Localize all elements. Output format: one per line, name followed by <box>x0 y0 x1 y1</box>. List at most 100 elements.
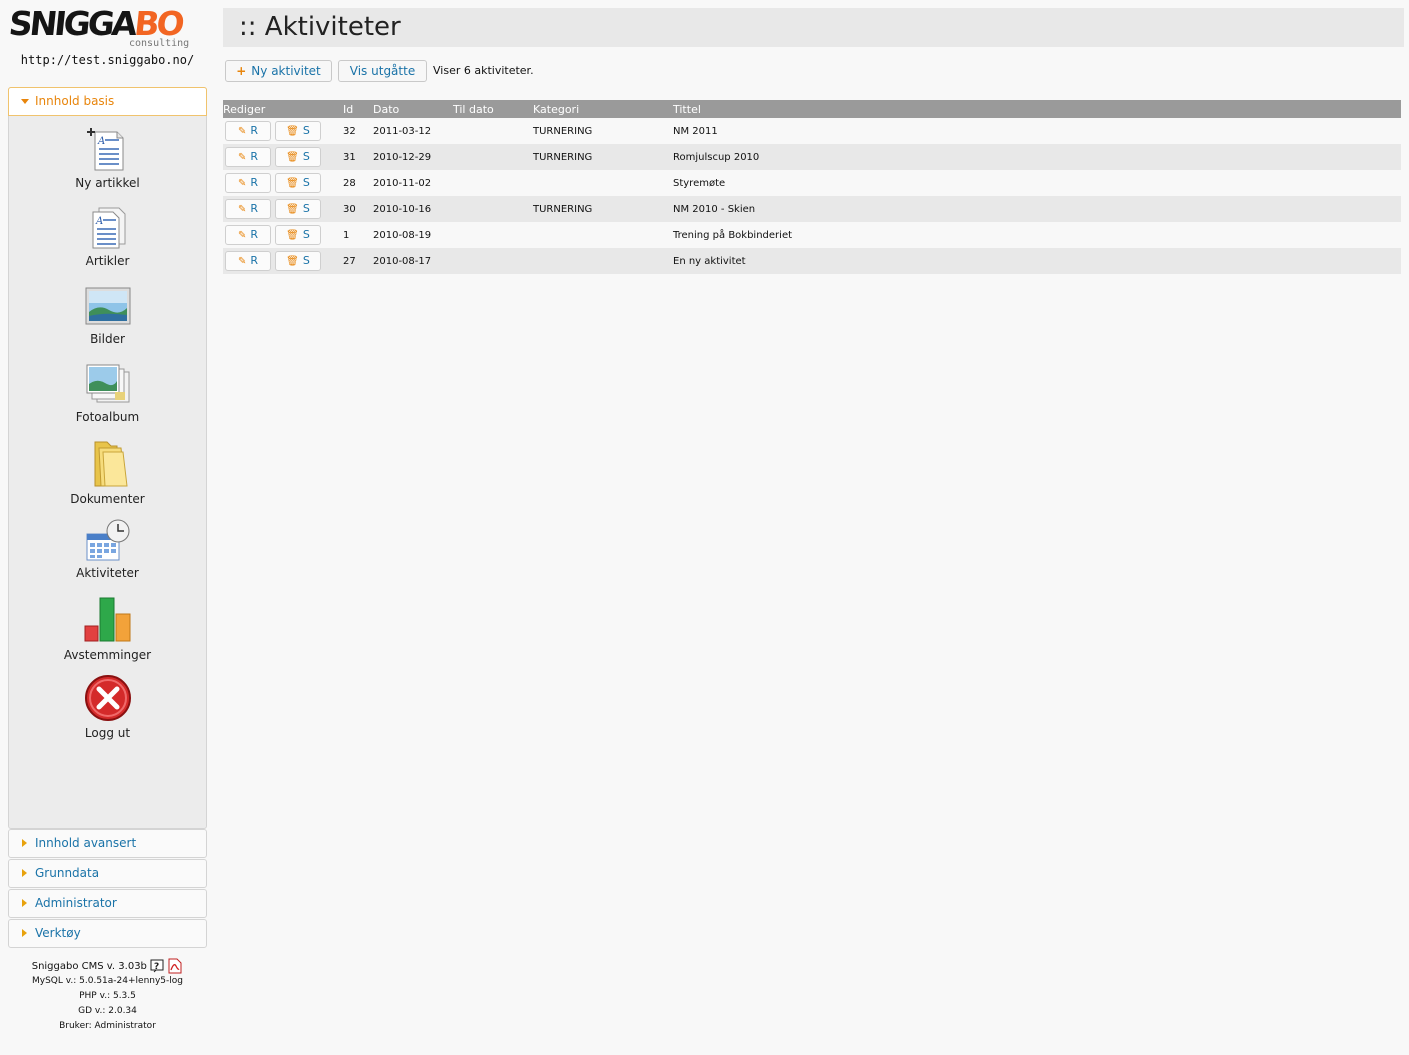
logo-text-dark: SNIGGA <box>7 4 137 43</box>
row-actions: ✎ R 🗑 S <box>223 144 343 170</box>
edit-button[interactable]: ✎ R <box>225 121 271 141</box>
cell-date: 2010-10-16 <box>373 196 453 222</box>
delete-button[interactable]: 🗑 S <box>275 147 321 167</box>
logout-icon <box>84 675 131 721</box>
panel-administrator[interactable]: Administrator <box>8 889 207 918</box>
show-expired-button[interactable]: Vis utgåtte <box>338 60 427 82</box>
panel-header-innhold-basis[interactable]: Innhold basis <box>8 87 207 116</box>
php-version: PHP v.: 5.3.5 <box>79 991 136 1001</box>
cms-version: Sniggabo CMS v. 3.03b <box>31 961 147 972</box>
panel-header-label: Administrator <box>35 896 117 910</box>
col-header-category[interactable]: Kategori <box>533 100 673 118</box>
chevron-right-icon <box>22 899 27 907</box>
new-article-icon: A <box>86 128 123 171</box>
col-header-edit[interactable]: Rediger <box>223 100 343 118</box>
table-row: ✎ R 🗑 S 27 2010-08-17 En ny aktivitet <box>223 248 1401 274</box>
cell-category <box>533 222 673 248</box>
pencil-icon: ✎ <box>237 230 247 241</box>
current-user: Bruker: Administrator <box>59 1021 156 1031</box>
row-actions: ✎ R 🗑 S <box>223 222 343 248</box>
gd-version: GD v.: 2.0.34 <box>78 1006 137 1016</box>
delete-button[interactable]: 🗑 S <box>275 121 321 141</box>
col-header-id[interactable]: Id <box>343 100 373 118</box>
cell-to-date <box>453 222 533 248</box>
pencil-icon: ✎ <box>237 126 247 137</box>
title-bar: :: Aktiviteter <box>223 8 1404 47</box>
menu-item-documents[interactable]: Dokumenter <box>9 440 206 506</box>
menu-item-logout[interactable]: Logg ut <box>9 674 206 740</box>
cell-date: 2010-12-29 <box>373 144 453 170</box>
delete-button[interactable]: 🗑 S <box>275 173 321 193</box>
cell-id: 27 <box>343 248 373 274</box>
table-header-row: Rediger Id Dato Til dato Kategori Tittel <box>223 100 1401 118</box>
cell-id: 32 <box>343 118 373 144</box>
cell-to-date <box>453 118 533 144</box>
plus-icon: + <box>236 64 247 78</box>
menu-item-new-article[interactable]: A Ny artikkel <box>9 128 206 190</box>
cell-id: 28 <box>343 170 373 196</box>
delete-button[interactable]: 🗑 S <box>275 199 321 219</box>
cell-title: En ny aktivitet <box>673 248 1401 274</box>
panel-innhold-avansert[interactable]: Innhold avansert <box>8 829 207 858</box>
edit-button[interactable]: ✎ R <box>225 251 271 271</box>
mysql-version: MySQL v.: 5.0.51a-24+lenny5-log <box>32 976 183 986</box>
delete-button[interactable]: 🗑 S <box>275 251 321 271</box>
activities-table: Rediger Id Dato Til dato Kategori Tittel… <box>223 100 1401 274</box>
cell-category: TURNERING <box>533 118 673 144</box>
trash-icon: 🗑 <box>286 204 299 215</box>
edit-button[interactable]: ✎ R <box>225 147 271 167</box>
chevron-right-icon <box>22 929 27 937</box>
edit-button[interactable]: ✎ R <box>225 173 271 193</box>
panel-verktoy[interactable]: Verktøy <box>8 919 207 948</box>
delete-button[interactable]: 🗑 S <box>275 225 321 245</box>
edit-button[interactable]: ✎ R <box>225 225 271 245</box>
pencil-icon: ✎ <box>237 256 247 267</box>
menu-label: Logg ut <box>84 726 131 740</box>
menu-label: Dokumenter <box>70 492 145 506</box>
cell-category: TURNERING <box>533 144 673 170</box>
new-activity-button[interactable]: + Ny aktivitet <box>225 60 332 82</box>
cell-id: 1 <box>343 222 373 248</box>
edit-button[interactable]: ✎ R <box>225 199 271 219</box>
panel-header-label: Innhold avansert <box>35 836 137 850</box>
cell-category: TURNERING <box>533 196 673 222</box>
cell-date: 2010-08-19 <box>373 222 453 248</box>
col-header-title[interactable]: Tittel <box>673 100 1401 118</box>
panel-grunndata[interactable]: Grunndata <box>8 859 207 888</box>
images-icon <box>85 287 130 325</box>
cell-date: 2011-03-12 <box>373 118 453 144</box>
col-header-date[interactable]: Dato <box>373 100 453 118</box>
menu-item-polls[interactable]: Avstemminger <box>9 596 206 662</box>
site-url[interactable]: http://test.sniggabo.no/ <box>0 53 215 67</box>
panel-header-label: Innhold basis <box>35 94 115 108</box>
table-row: ✎ R 🗑 S 30 2010-10-16 TURNERING NM 2010 - Skien <box>223 196 1401 222</box>
col-header-to-date[interactable]: Til dato <box>453 100 533 118</box>
row-actions: ✎ R 🗑 S <box>223 118 343 144</box>
panel-innhold-basis: Innhold basis A Ny artikkel A Artikler B… <box>8 87 207 829</box>
cell-id: 30 <box>343 196 373 222</box>
pencil-icon: ✎ <box>237 178 247 189</box>
cell-to-date <box>453 144 533 170</box>
pencil-icon: ✎ <box>237 204 247 215</box>
trash-icon: 🗑 <box>286 152 299 163</box>
chevron-down-icon <box>21 99 29 104</box>
menu-item-images[interactable]: Bilder <box>9 284 206 346</box>
pdf-icon[interactable] <box>167 958 183 974</box>
help-icon[interactable]: ? <box>150 959 164 973</box>
row-actions: ✎ R 🗑 S <box>223 248 343 274</box>
menu-label: Bilder <box>90 332 125 346</box>
menu-label: Ny artikkel <box>75 176 140 190</box>
table-row: ✎ R 🗑 S 32 2011-03-12 TURNERING NM 2011 <box>223 118 1401 144</box>
menu-item-activities[interactable]: Aktiviteter <box>9 518 206 580</box>
menu-item-articles[interactable]: A Artikler <box>9 206 206 268</box>
cell-title: Trening på Bokbinderiet <box>673 222 1401 248</box>
menu-label: Artikler <box>85 254 130 268</box>
calendar-clock-icon <box>86 519 129 561</box>
cell-title: Romjulscup 2010 <box>673 144 1401 170</box>
menu-item-photo-album[interactable]: Fotoalbum <box>9 362 206 424</box>
menu-label: Aktiviteter <box>76 566 139 580</box>
cell-title: NM 2011 <box>673 118 1401 144</box>
row-actions: ✎ R 🗑 S <box>223 196 343 222</box>
panel-header-label: Grunndata <box>35 866 100 880</box>
svg-text:A: A <box>97 136 105 147</box>
